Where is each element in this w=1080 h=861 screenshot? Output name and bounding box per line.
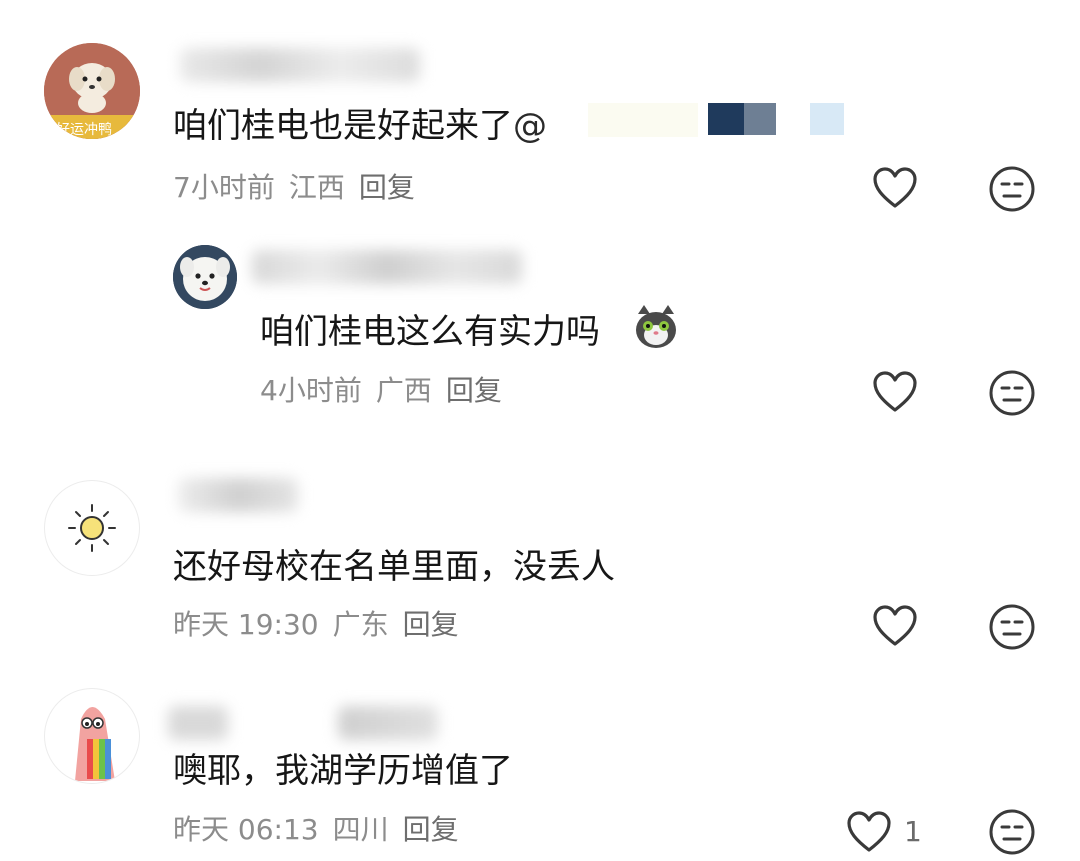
heart-outline-icon[interactable] <box>872 604 918 648</box>
comment-location: 江西 <box>288 171 345 204</box>
neutral-face-icon[interactable] <box>988 808 1036 856</box>
avatar-caption: 好运冲鸭 <box>56 122 112 138</box>
username-redacted <box>338 706 438 740</box>
heart-outline-icon[interactable] <box>872 166 918 210</box>
heart-outline-icon[interactable] <box>846 810 892 854</box>
mention-redacted-block <box>708 103 744 135</box>
comment-text: 噢耶，我湖学历增值了 <box>173 751 513 791</box>
comment-time: 昨天 19:30 <box>173 608 319 641</box>
avatar[interactable]: 好运冲鸭 <box>44 43 140 139</box>
username-redacted[interactable] <box>178 478 298 512</box>
comment-meta: 昨天 06:13 四川 回复 <box>173 812 459 848</box>
mention-redacted[interactable] <box>588 103 698 137</box>
mention-redacted-block <box>810 103 844 135</box>
comment-location: 广西 <box>375 374 432 407</box>
username-redacted[interactable] <box>252 250 522 284</box>
comment-text: 咱们桂电也是好起来了@ <box>173 106 547 146</box>
comment-location: 广东 <box>332 608 389 641</box>
comment-time: 7小时前 <box>173 171 275 204</box>
avatar[interactable] <box>173 245 237 309</box>
mention-redacted-block <box>744 103 776 135</box>
comment-meta: 昨天 19:30 广东 回复 <box>173 607 459 643</box>
reply-button[interactable]: 回复 <box>359 171 415 204</box>
comment-text: 咱们桂电这么有实力吗 <box>260 312 600 352</box>
comment-meta: 7小时前 江西 回复 <box>173 170 415 206</box>
reply-button[interactable]: 回复 <box>403 813 459 846</box>
username-redacted[interactable] <box>180 48 420 82</box>
neutral-face-icon[interactable] <box>988 603 1036 651</box>
cat-face-emoji <box>636 305 676 348</box>
comment-time: 4小时前 <box>260 374 362 407</box>
sun-avatar-image <box>68 504 116 552</box>
neutral-face-icon[interactable] <box>988 165 1036 213</box>
avatar[interactable] <box>44 688 140 784</box>
username-redacted[interactable] <box>168 706 228 740</box>
heart-outline-icon[interactable] <box>872 370 918 414</box>
like-count: 1 <box>904 815 922 848</box>
comment-meta: 4小时前 广西 回复 <box>260 373 502 409</box>
comment-location: 四川 <box>332 813 389 846</box>
reply-button[interactable]: 回复 <box>403 608 459 641</box>
comment-text: 还好母校在名单里面，没丢人 <box>173 547 615 587</box>
avatar[interactable] <box>44 480 140 576</box>
mention-symbol: @ <box>513 106 547 146</box>
reply-button[interactable]: 回复 <box>446 374 502 407</box>
samoyed-avatar-image <box>173 245 237 309</box>
neutral-face-icon[interactable] <box>988 369 1036 417</box>
starfish-avatar-image <box>75 707 115 781</box>
comment-time: 昨天 06:13 <box>173 813 319 846</box>
